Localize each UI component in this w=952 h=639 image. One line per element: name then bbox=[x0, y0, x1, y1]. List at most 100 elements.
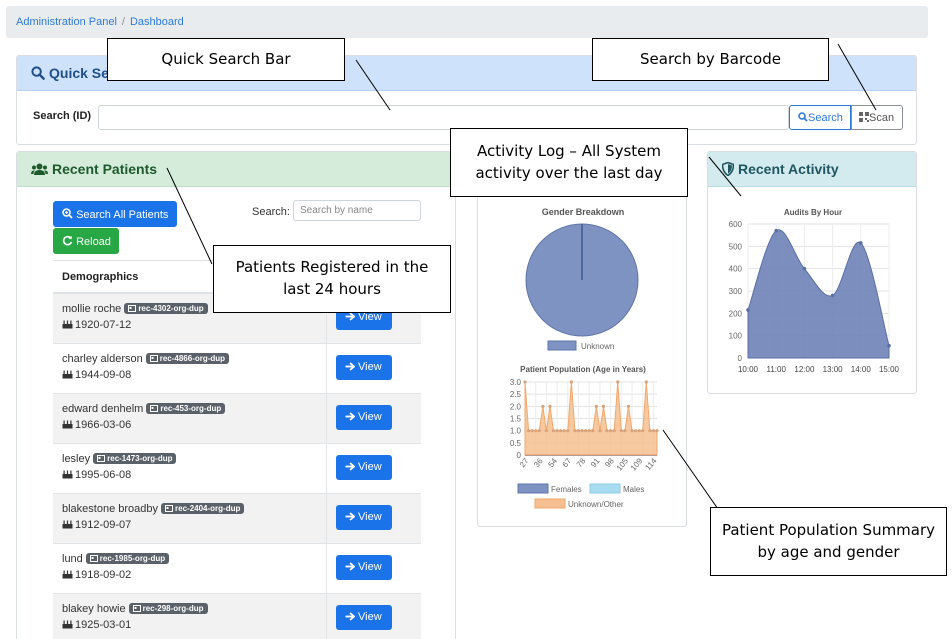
table-row: lesley rec-1473-org-dup 1995-06-08 View bbox=[53, 444, 421, 494]
data-point[interactable] bbox=[523, 380, 527, 384]
data-point[interactable] bbox=[573, 429, 577, 433]
view-label: View bbox=[358, 361, 382, 373]
data-point[interactable] bbox=[566, 429, 570, 433]
data-point[interactable] bbox=[526, 429, 531, 433]
data-point[interactable] bbox=[651, 429, 656, 433]
patient-id: rec-4302-org-dup bbox=[138, 304, 204, 313]
breadcrumb-admin-panel[interactable]: Administration Panel bbox=[16, 16, 117, 28]
population-charts: Gender Breakdown Unknown Patient Populat… bbox=[510, 207, 659, 509]
data-point[interactable] bbox=[544, 429, 549, 433]
data-point[interactable] bbox=[591, 429, 595, 433]
patient-dob-value: 1912-09-07 bbox=[75, 519, 132, 531]
patient-id-badge: rec-1473-org-dup bbox=[93, 453, 177, 464]
data-point[interactable] bbox=[569, 380, 573, 384]
patient-dob: 1912-09-07 bbox=[62, 519, 317, 531]
audits-area[interactable] bbox=[747, 229, 890, 359]
scan-button[interactable]: Scan bbox=[851, 105, 903, 130]
data-point[interactable] bbox=[655, 429, 659, 433]
search-all-patients-button[interactable]: Search All Patients bbox=[53, 201, 177, 227]
patient-name: blakestone broadby bbox=[62, 503, 159, 515]
search-id-input[interactable] bbox=[98, 105, 789, 130]
y-tick-label: 400 bbox=[729, 265, 743, 274]
view-label: View bbox=[358, 611, 382, 623]
legend-swatch-unknown bbox=[547, 340, 577, 351]
arrow-right-icon bbox=[345, 412, 356, 421]
patient-id: rec-453-org-dup bbox=[160, 404, 222, 413]
data-point[interactable] bbox=[562, 429, 566, 433]
birthday-cake-icon bbox=[62, 320, 73, 329]
data-point[interactable] bbox=[612, 429, 616, 433]
data-point[interactable] bbox=[746, 308, 750, 312]
id-card-icon bbox=[97, 455, 106, 462]
data-point[interactable] bbox=[616, 380, 620, 384]
x-tick-label: 36 bbox=[532, 456, 545, 469]
reload-button[interactable]: Reload bbox=[53, 228, 119, 254]
data-point[interactable] bbox=[594, 404, 598, 408]
data-point[interactable] bbox=[580, 429, 584, 433]
y-tick-label: 0.5 bbox=[510, 439, 522, 448]
data-point[interactable] bbox=[859, 241, 863, 245]
data-point[interactable] bbox=[887, 343, 891, 348]
data-point[interactable] bbox=[584, 429, 588, 433]
patient-dob-value: 1966-03-06 bbox=[75, 419, 132, 431]
data-point[interactable] bbox=[774, 228, 778, 233]
data-point[interactable] bbox=[548, 404, 552, 408]
data-point[interactable] bbox=[601, 404, 606, 408]
arrow-right-icon bbox=[345, 512, 356, 521]
data-point[interactable] bbox=[633, 429, 638, 433]
data-point[interactable] bbox=[641, 429, 645, 433]
patient-id: rec-1473-org-dup bbox=[107, 454, 173, 463]
audits-chart-title: Audits By Hour bbox=[784, 208, 842, 217]
id-card-icon bbox=[149, 355, 158, 362]
x-tick-label: 105 bbox=[615, 456, 631, 472]
name-search-input[interactable]: Search by name bbox=[293, 200, 421, 221]
population-chart-title: Patient Population (Age in Years) bbox=[520, 365, 646, 374]
data-point[interactable] bbox=[830, 293, 835, 298]
data-point[interactable] bbox=[648, 429, 652, 433]
birthday-cake-icon bbox=[62, 520, 73, 529]
data-point[interactable] bbox=[587, 429, 591, 433]
x-tick-label: 114 bbox=[643, 456, 658, 472]
data-point[interactable] bbox=[537, 429, 541, 433]
view-label: View bbox=[358, 461, 382, 473]
patient-dob: 1925-03-01 bbox=[62, 619, 317, 631]
data-point[interactable] bbox=[555, 429, 559, 433]
patient-name: mollie roche bbox=[62, 303, 122, 315]
data-point[interactable] bbox=[576, 429, 581, 433]
data-point[interactable] bbox=[605, 429, 609, 433]
view-patient-button[interactable]: View bbox=[336, 455, 392, 480]
view-patient-button[interactable]: View bbox=[336, 555, 392, 580]
data-point[interactable] bbox=[598, 429, 602, 433]
view-patient-button[interactable]: View bbox=[336, 355, 392, 380]
data-point[interactable] bbox=[530, 429, 534, 433]
data-point[interactable] bbox=[644, 380, 648, 384]
search-icon bbox=[31, 66, 45, 80]
data-point[interactable] bbox=[534, 429, 538, 433]
view-patient-button[interactable]: View bbox=[336, 405, 392, 430]
data-point[interactable] bbox=[626, 404, 631, 408]
population-charts-card: Gender Breakdown Unknown Patient Populat… bbox=[477, 190, 687, 527]
search-id-label: Search (ID) bbox=[33, 110, 92, 122]
data-point[interactable] bbox=[637, 429, 641, 433]
search-button[interactable]: Search bbox=[789, 105, 851, 130]
patient-dob: 1966-03-06 bbox=[62, 419, 317, 431]
patient-name: charley alderson bbox=[62, 353, 143, 365]
breadcrumb-dashboard[interactable]: Dashboard bbox=[130, 16, 184, 28]
data-point[interactable] bbox=[623, 429, 627, 433]
x-tick-label: 14:00 bbox=[851, 365, 872, 374]
data-point[interactable] bbox=[559, 429, 563, 433]
birthday-cake-icon bbox=[62, 570, 73, 579]
data-point[interactable] bbox=[551, 429, 556, 433]
data-point[interactable] bbox=[609, 429, 613, 433]
view-patient-button[interactable]: View bbox=[336, 505, 392, 530]
data-point[interactable] bbox=[630, 429, 634, 433]
view-patient-button[interactable]: View bbox=[336, 605, 392, 630]
view-label: View bbox=[358, 511, 382, 523]
table-row: charley alderson rec-4866-org-dup 1944-09-… bbox=[53, 344, 421, 394]
data-point[interactable] bbox=[619, 429, 623, 433]
data-point[interactable] bbox=[802, 266, 807, 271]
id-card-icon bbox=[89, 555, 98, 562]
data-point[interactable] bbox=[541, 404, 545, 408]
y-tick-label: 600 bbox=[729, 220, 743, 229]
search-all-patients-label: Search All Patients bbox=[76, 209, 169, 221]
